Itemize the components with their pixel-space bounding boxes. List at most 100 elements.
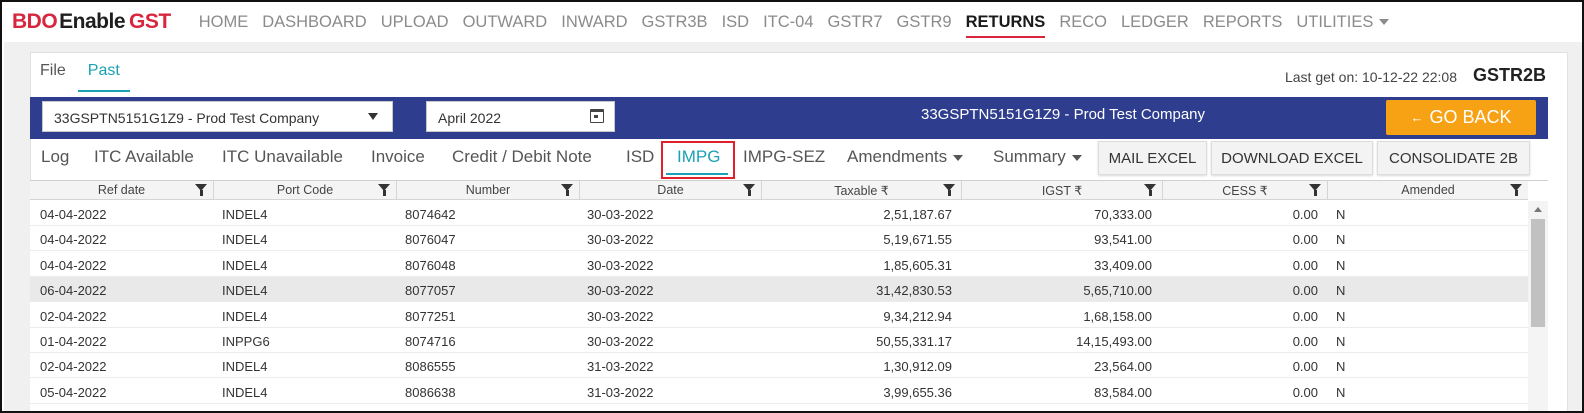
nav-item-label: ITC-04 bbox=[763, 12, 814, 31]
tab-credit-debit-note[interactable]: Credit / Debit Note bbox=[452, 147, 592, 167]
nav-item-reports[interactable]: REPORTS bbox=[1203, 2, 1282, 42]
nav-item-label: HOME bbox=[198, 12, 249, 31]
cell-port-code: INDEL4 bbox=[222, 308, 268, 324]
brand-logo[interactable]: BDO Enable GST bbox=[12, 10, 171, 34]
tab-amendments[interactable]: Amendments bbox=[847, 147, 964, 167]
nav-item-dashboard[interactable]: DASHBOARD bbox=[262, 2, 367, 42]
impg-table: Ref date Port Code Number Date Taxable ₹… bbox=[30, 180, 1548, 411]
cell-number: 8076048 bbox=[405, 257, 456, 273]
table-row[interactable]: 04-04-2022 INDEL4 8076048 30-03-2022 1,85,60… bbox=[30, 252, 1528, 277]
filter-icon[interactable] bbox=[943, 184, 955, 196]
cell-taxable: 31,42,830.53 bbox=[876, 283, 952, 299]
subtab-past[interactable]: Past bbox=[77, 62, 130, 92]
cell-taxable: 3,99,655.36 bbox=[883, 384, 952, 400]
nav-item-ledger[interactable]: LEDGER bbox=[1121, 2, 1189, 42]
go-back-button[interactable]: ← GO BACK bbox=[1386, 100, 1536, 135]
nav-item-inward[interactable]: INWARD bbox=[561, 2, 627, 42]
nav-item-gstr3b[interactable]: GSTR3B bbox=[642, 2, 708, 42]
col-port-code[interactable]: Port Code bbox=[214, 181, 397, 200]
cell-igst: 23,564.00 bbox=[1094, 359, 1152, 375]
nav-item-returns[interactable]: RETURNS bbox=[965, 2, 1046, 42]
col-number[interactable]: Number bbox=[397, 181, 580, 200]
nav-item-utilities[interactable]: UTILITIES bbox=[1296, 2, 1390, 42]
nav-item-label: RECO bbox=[1059, 12, 1107, 31]
tab-invoice[interactable]: Invoice bbox=[371, 147, 425, 167]
scroll-thumb[interactable] bbox=[1531, 219, 1545, 327]
vertical-scrollbar[interactable] bbox=[1528, 201, 1548, 411]
nav-item-upload[interactable]: UPLOAD bbox=[381, 2, 449, 42]
subtab-file[interactable]: File bbox=[40, 62, 66, 92]
company-select-value: 33GSPTN5151G1Z9 - Prod Test Company bbox=[54, 110, 320, 126]
col-amended[interactable]: Amended bbox=[1328, 181, 1528, 200]
cell-amended: N bbox=[1336, 232, 1346, 248]
nav-item-gstr7[interactable]: GSTR7 bbox=[828, 2, 883, 42]
col-taxable[interactable]: Taxable ₹ bbox=[762, 181, 962, 200]
nav-item-reco[interactable]: RECO bbox=[1059, 2, 1107, 42]
company-select[interactable]: 33GSPTN5151G1Z9 - Prod Test Company bbox=[42, 101, 393, 132]
nav-item-gstr9[interactable]: GSTR9 bbox=[897, 2, 952, 42]
cell-date: 30-03-2022 bbox=[587, 232, 654, 248]
cell-ref-date: 01-04-2022 bbox=[40, 334, 107, 349]
tab-isd[interactable]: ISD bbox=[626, 147, 654, 167]
col-ref-date[interactable]: Ref date bbox=[30, 181, 214, 200]
filter-bar: 33GSPTN5151G1Z9 - Prod Test Company Apri… bbox=[30, 97, 1548, 139]
tab-summary[interactable]: Summary bbox=[993, 147, 1082, 167]
table-row[interactable]: 02-04-2022 INDEL4 8077251 30-03-2022 9,34,21… bbox=[30, 303, 1528, 328]
cell-igst: 33,409.00 bbox=[1094, 257, 1152, 273]
tab-itc-unavailable[interactable]: ITC Unavailable bbox=[222, 147, 343, 167]
table-row[interactable]: 04-04-2022 INDEL4 8076047 30-03-2022 5,19,67… bbox=[30, 226, 1528, 252]
table-row[interactable]: 05-04-2022 INDEL4 8086638 31-03-2022 3,99,65… bbox=[30, 379, 1528, 404]
filter-icon[interactable] bbox=[743, 184, 755, 196]
filter-icon[interactable] bbox=[561, 184, 573, 196]
nav-item-itc-04[interactable]: ITC-04 bbox=[763, 2, 813, 42]
filter-icon[interactable] bbox=[195, 184, 207, 196]
top-nav: BDO Enable GST HOME DASHBOARD UPLOAD OUTWAR… bbox=[2, 2, 1582, 42]
tab-itc-available[interactable]: ITC Available bbox=[94, 147, 194, 167]
filter-icon[interactable] bbox=[378, 184, 390, 196]
filter-icon[interactable] bbox=[1510, 184, 1522, 196]
cell-taxable: 2,51,187.67 bbox=[883, 207, 952, 222]
table-row[interactable]: 02-04-2022 INDEL4 8086555 31-03-2022 1,30,91… bbox=[30, 353, 1528, 379]
cell-igst: 5,65,710.00 bbox=[1083, 283, 1152, 299]
company-title: 33GSPTN5151G1Z9 - Prod Test Company bbox=[921, 106, 1206, 123]
impg-highlight-box bbox=[661, 141, 735, 179]
nav-item-isd[interactable]: ISD bbox=[722, 2, 750, 42]
period-picker[interactable]: April 2022 bbox=[426, 101, 615, 132]
table-row[interactable]: 04-04-2022 INDEL4 8074642 30-03-2022 2,51,18… bbox=[30, 201, 1528, 226]
cell-amended: N bbox=[1336, 334, 1346, 349]
cell-amended: N bbox=[1336, 257, 1346, 273]
mail-excel-button[interactable]: MAIL EXCEL bbox=[1098, 141, 1207, 175]
cell-port-code: INDEL4 bbox=[222, 207, 268, 222]
cell-port-code: INPPG6 bbox=[222, 334, 270, 349]
col-date[interactable]: Date bbox=[580, 181, 762, 200]
download-excel-button[interactable]: DOWNLOAD EXCEL bbox=[1211, 141, 1373, 175]
sub-tabs: File Past bbox=[40, 62, 142, 92]
col-igst[interactable]: IGST ₹ bbox=[962, 181, 1163, 200]
filter-icon[interactable] bbox=[1144, 184, 1156, 196]
consolidate-2b-button[interactable]: CONSOLIDATE 2B bbox=[1377, 141, 1530, 175]
nav-item-home[interactable]: HOME bbox=[199, 2, 249, 42]
cell-number: 8074716 bbox=[405, 334, 456, 349]
nav-item-label: LEDGER bbox=[1121, 12, 1189, 31]
tab-log[interactable]: Log bbox=[41, 147, 69, 167]
table-row[interactable]: 01-04-2022 INPPG6 8074716 30-03-2022 50,55,3… bbox=[30, 328, 1528, 353]
cell-igst: 93,541.00 bbox=[1094, 232, 1152, 248]
chevron-down-icon bbox=[1379, 19, 1390, 25]
scroll-up-icon[interactable] bbox=[1534, 207, 1542, 212]
period-value: April 2022 bbox=[438, 110, 502, 126]
cell-number: 8086638 bbox=[405, 384, 456, 400]
tab-impg-sez[interactable]: IMPG-SEZ bbox=[743, 147, 825, 167]
nav-item-label: GSTR9 bbox=[896, 12, 952, 31]
col-cess[interactable]: CESS ₹ bbox=[1163, 181, 1328, 200]
cell-amended: N bbox=[1336, 283, 1346, 299]
nav-item-outward[interactable]: OUTWARD bbox=[463, 2, 548, 42]
filter-icon[interactable] bbox=[1309, 184, 1321, 196]
cell-igst: 83,584.00 bbox=[1094, 384, 1152, 400]
table-row[interactable]: 06-04-2022 INDEL4 8077057 30-03-2022 31,42,8… bbox=[30, 277, 1528, 303]
nav-item-label: UTILITIES bbox=[1296, 12, 1374, 31]
cell-ref-date: 02-04-2022 bbox=[40, 308, 107, 324]
col-amended-label: Amended bbox=[1401, 183, 1455, 197]
cell-date: 30-03-2022 bbox=[587, 283, 654, 299]
nav-item-label: RETURNS bbox=[965, 12, 1046, 31]
calendar-icon[interactable] bbox=[590, 109, 604, 123]
